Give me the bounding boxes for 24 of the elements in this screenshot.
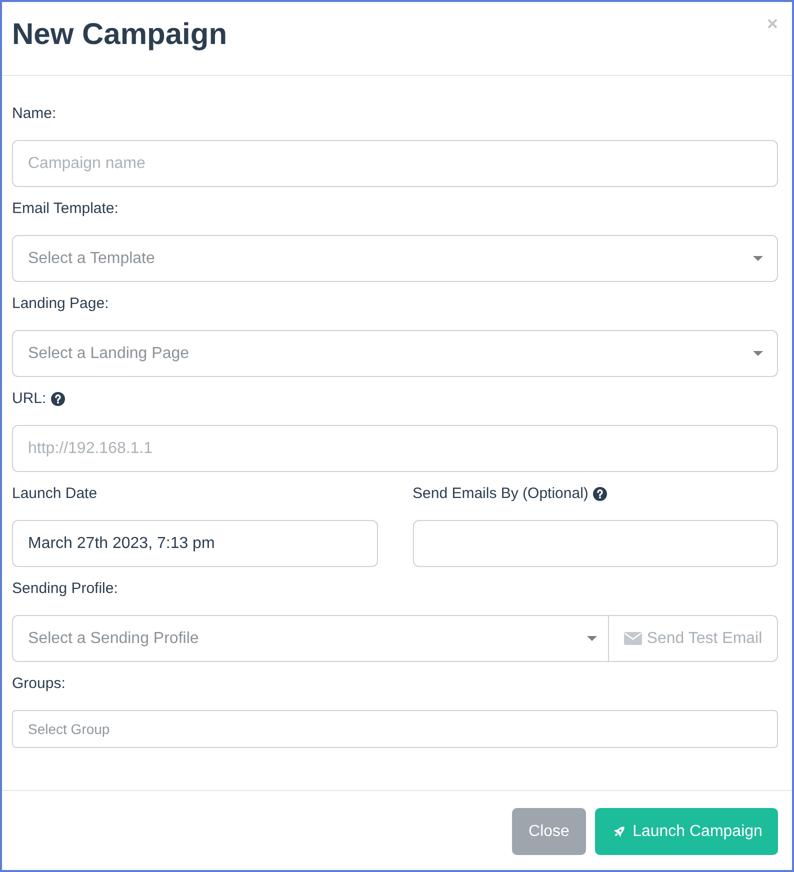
input-field[interactable]: March 27th 2023, 7:13 pm [12,520,378,567]
field-label: Email Template: [12,199,118,219]
field-label: Launch Date [12,484,98,504]
field-label: Send Emails By (Optional) [412,484,588,504]
dropdown-select[interactable]: Select a Sending Profile [12,615,609,662]
input-field[interactable]: Campaign name [12,140,778,187]
field-label: URL: [12,389,46,409]
input-field[interactable] [412,520,778,567]
close-button[interactable]: × [766,15,778,34]
envelope-icon [624,632,642,645]
field-label: Name: [12,104,56,124]
caret-icon [587,636,597,641]
caret-icon [753,351,763,356]
field-label: Sending Profile: [12,579,118,599]
field-label: Landing Page: [12,294,109,314]
modal-title: New Campaign [12,17,228,53]
field-label: Groups: [12,674,66,694]
input-field[interactable]: http://192.168.1.1 [12,425,778,472]
caret-icon [753,256,763,261]
launch-button[interactable]: Launch Campaign [595,808,778,855]
dropdown-select[interactable]: Select a Template [12,235,778,282]
dropdown-select[interactable]: Select a Landing Page [12,330,778,377]
close-footer-button[interactable]: Close [512,808,586,855]
tags-input-field[interactable]: Select Group [12,710,778,748]
